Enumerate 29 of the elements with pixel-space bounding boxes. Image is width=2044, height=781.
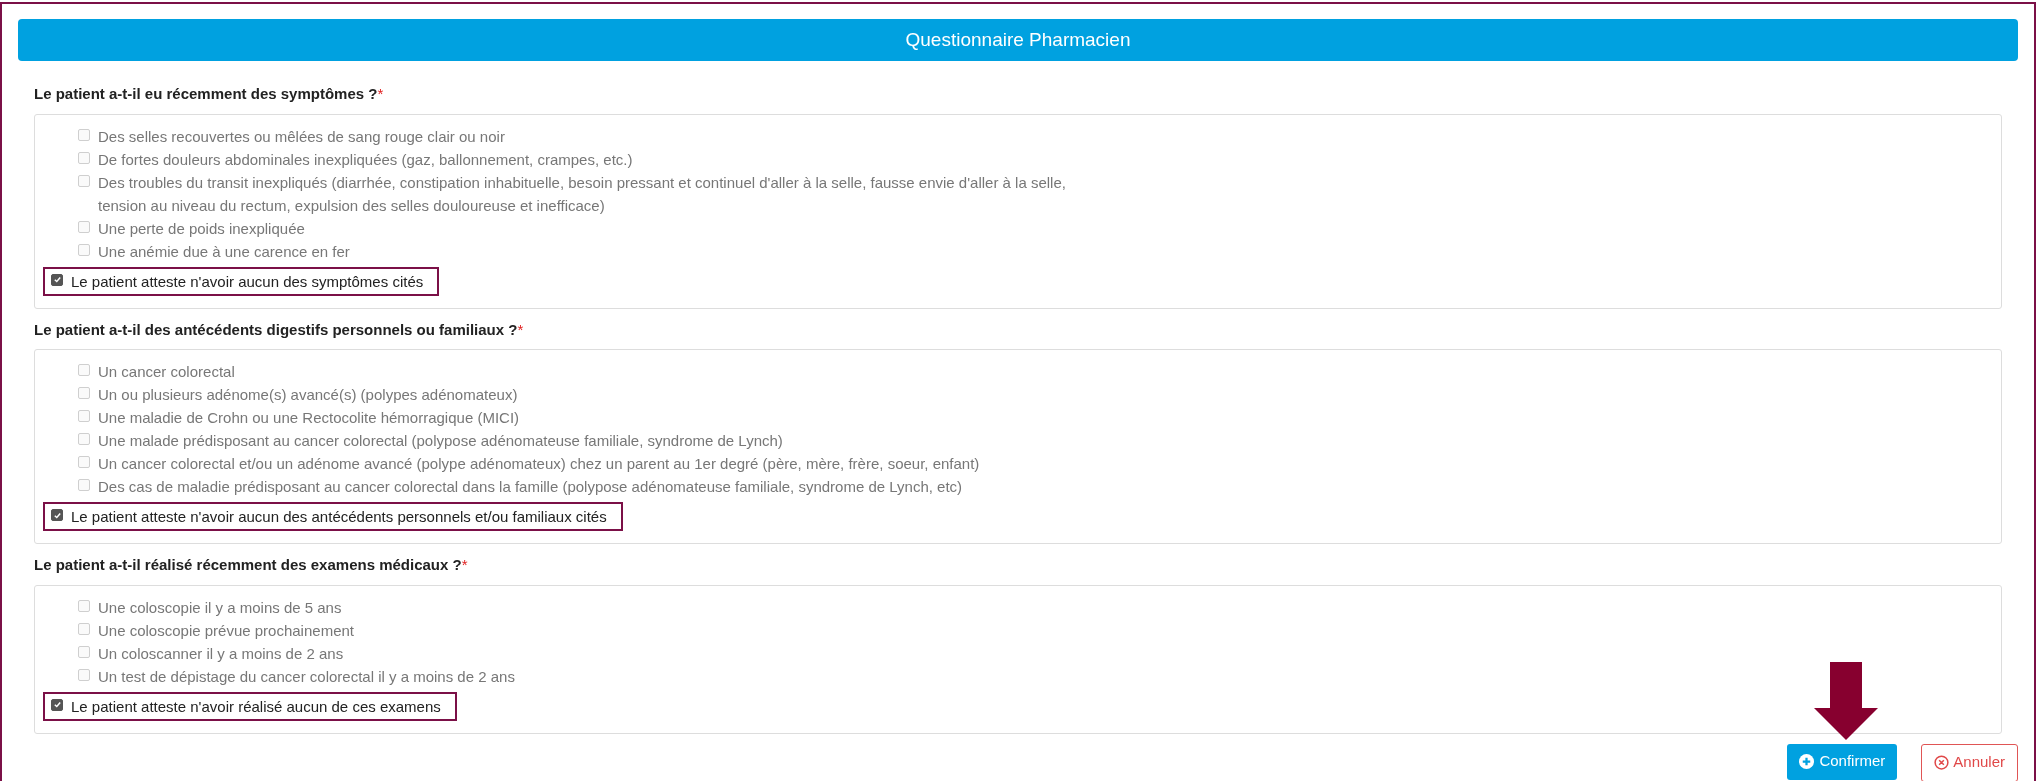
option-label: Des cas de maladie prédisposant au cancer colorectal dans la famille (polypose adénomateuse familiale, syndrome de Lynch, etc) [98,477,963,497]
option-label: De fortes douleurs abdominales inexpliquées (gaz, ballonnement, crampes, etc.) [98,149,633,170]
option-label: Des troubles du transit inexpliqués (diarrhée, constipation inhabituelle, besoin pressant et continuel d'aller à la selle, fausse envie d'aller à la selle, tension au niveau du rectum, expulsion des selles douloureuse et inefficace) [98,172,1067,216]
option-label: Un cancer colorectal [98,362,235,382]
option-label: Le patient atteste n'avoir aucun des symptômes cités [71,271,424,292]
option-label: Une coloscopie prévue prochainement [98,620,354,641]
question-title: Le patient a-t-il eu récemment des symptômes ?* [34,85,384,102]
checkbox[interactable] [51,509,63,521]
option-label: Un test de dépistage du cancer colorectal il y a moins de 2 ans [98,666,515,687]
checkbox[interactable] [51,698,63,711]
option-label: Des selles recouvertes ou mêlées de sang rouge clair ou noir [98,126,505,147]
cancel-button[interactable]: Annuler [1921,743,2018,781]
option-label: Une malade prédisposant au cancer colorectal (polypose adénomateuse familiale, syndrome de Lynch) [98,431,783,451]
option-label: Une anémie due à une carence en fer [98,241,350,262]
question-title: Le patient a-t-il réalisé récemment des examens médicaux ?* [34,556,468,573]
option-label: Un cancer colorectal et/ou un adénome avancé (polype adénomateux) chez un parent au 1er degré (père, mère, frère, soeur, enfant) [98,454,980,474]
option-label: Un coloscanner il y a moins de 2 ans [98,643,344,664]
question-title: Le patient a-t-il des antécédents digestifs personnels ou familiaux ?* [34,320,524,338]
checkbox[interactable] [51,273,63,286]
plus-circle-icon [1799,754,1815,769]
confirm-button[interactable]: Confirmer [1787,743,1898,780]
close-circle-icon [1934,755,1950,770]
option-label: Une perte de poids inexpliquée [98,218,305,239]
option-label: Le patient atteste n'avoir aucun des antécédents personnels et/ou familiaux cités [71,507,607,527]
option-label: Une maladie de Crohn ou une Rectocolite hémorragique (MICI) [98,408,520,428]
header-title: Questionnaire Pharmacien [905,27,1131,52]
option-label: Le patient atteste n'avoir réalisé aucun de ces examens [71,696,441,717]
option-label: Un ou plusieurs adénome(s) avancé(s) (polypes adénomateux) [98,385,518,405]
option-label: Une coloscopie il y a moins de 5 ans [98,597,342,618]
